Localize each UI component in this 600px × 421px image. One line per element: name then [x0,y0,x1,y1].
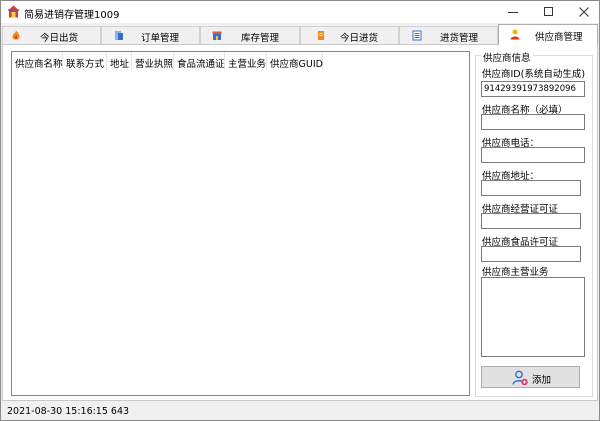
tab-order-management[interactable]: 订单管理 [101,26,200,44]
column-header-contact[interactable]: 联系方式 [63,52,107,70]
warehouse-icon [212,31,222,40]
tab-label: 进货管理 [440,33,479,44]
supplier-info-group: 供应商信息 供应商ID(系统自动生成) 供应商名称（必填） 供应商电话： 供应商… [475,50,593,397]
supplier-name-field[interactable] [481,114,585,130]
tab-today-incoming[interactable]: 今日进货 [300,26,399,44]
fire-icon [12,30,20,40]
column-header-address[interactable]: 地址 [107,52,132,70]
main-business-textarea[interactable] [481,277,585,357]
supplier-panel: 供应商名称 联系方式 地址 营业执照 食品流通证 主营业务 供应商GUID 供应… [2,44,598,401]
supplier-address-field[interactable] [481,180,581,196]
tab-label: 订单管理 [141,33,180,44]
food-license-field[interactable] [481,246,581,262]
app-window: 简易进销存管理1009 今日出货 订单管理 库存管理 今日进货 进货管理 供应商… [0,0,600,421]
main-business-label: 供应商主营业务 [482,267,549,278]
column-header-food-license[interactable]: 食品流通证 [174,52,225,70]
tab-inventory-management[interactable]: 库存管理 [200,26,300,44]
window-title: 简易进销存管理1009 [24,10,120,21]
order-icon [115,31,123,40]
column-header-guid[interactable]: 供应商GUID [267,52,323,70]
incoming-icon [318,31,324,40]
supplier-icon [510,29,520,40]
tab-purchase-management[interactable]: 进货管理 [399,26,498,44]
add-user-icon [512,370,528,386]
maximize-icon [544,7,553,16]
maximize-button[interactable] [531,1,565,23]
supplier-id-field[interactable] [481,81,585,97]
business-license-field[interactable] [481,213,581,229]
close-button[interactable] [567,1,600,23]
column-header-name[interactable]: 供应商名称 [12,52,63,70]
minimize-button[interactable] [495,1,529,23]
supplier-id-label: 供应商ID(系统自动生成) [482,69,586,80]
close-icon [579,7,589,17]
title-bar: 简易进销存管理1009 [1,1,599,23]
status-timestamp: 2021-08-30 15:16:15 643 [7,406,130,417]
app-house-icon [7,5,20,18]
table-header: 供应商名称 联系方式 地址 营业执照 食品流通证 主营业务 供应商GUID [12,52,323,70]
status-bar: 2021-08-30 15:16:15 643 [2,403,598,420]
add-button-label: 添加 [532,375,552,386]
group-title: 供应商信息 [481,50,533,64]
add-supplier-button[interactable]: 添加 [481,366,580,388]
tab-label: 库存管理 [241,33,280,44]
supplier-table[interactable]: 供应商名称 联系方式 地址 营业执照 食品流通证 主营业务 供应商GUID [11,51,470,396]
column-header-business-license[interactable]: 营业执照 [132,52,174,70]
purchase-icon [412,30,422,41]
tab-label: 今日进货 [340,33,379,44]
tab-label: 今日出货 [40,33,79,44]
column-header-main-business[interactable]: 主营业务 [225,52,267,70]
tab-today-outgoing[interactable]: 今日出货 [2,26,101,44]
minimize-icon [508,12,518,13]
tab-label: 供应商管理 [535,32,583,43]
tab-supplier-management[interactable]: 供应商管理 [498,24,598,45]
tab-strip: 今日出货 订单管理 库存管理 今日进货 进货管理 供应商管理 [2,24,598,45]
supplier-phone-field[interactable] [481,147,585,163]
